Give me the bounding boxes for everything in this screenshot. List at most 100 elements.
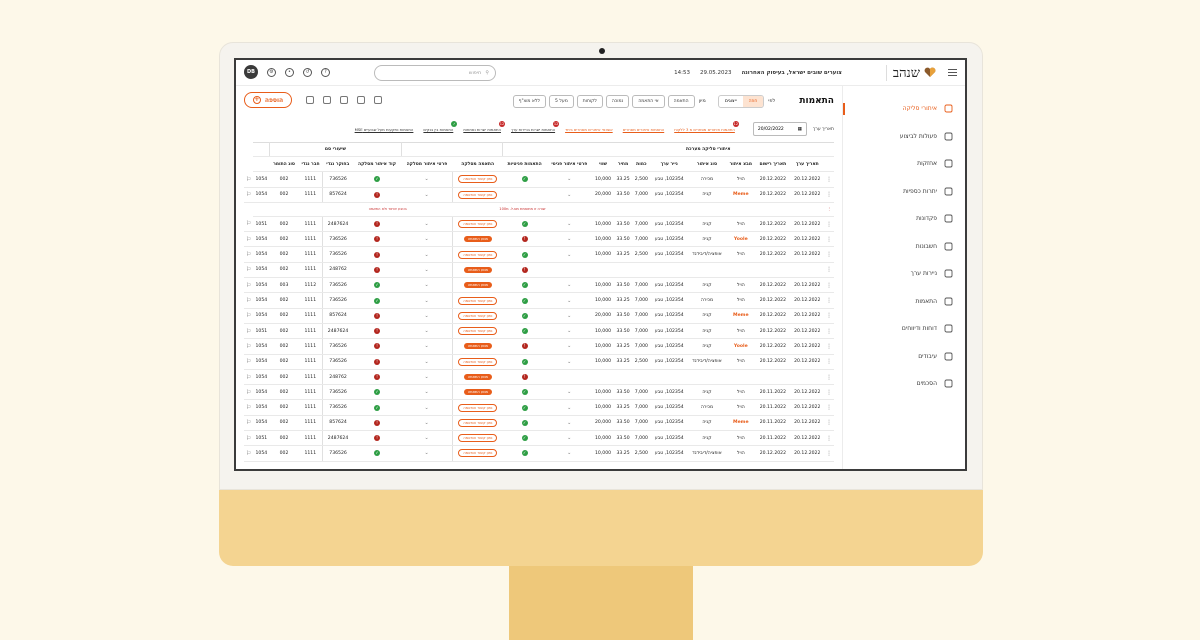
table-row[interactable]: ⋮ 20.12.2022 20.12.2022 Yoole קניה 102354, טב… — [244, 338, 834, 355]
chevron-down-icon[interactable]: ⌄ — [546, 277, 593, 294]
col-header-2[interactable]: מבצ איתור — [726, 156, 756, 173]
chip-no-product[interactable]: ללא מוצ"ף — [512, 94, 547, 108]
chevron-down-icon[interactable]: ⌄ — [401, 338, 453, 355]
row-menu-icon[interactable]: ⋮ — [824, 292, 834, 309]
row-menu-icon[interactable]: ⋮ — [824, 277, 834, 294]
table-row[interactable]: ⋮ 20.12.2022 20.12.2022 Yoole קניה 102354, טב… — [244, 231, 834, 248]
row-menu-icon[interactable]: ⋮ — [824, 369, 834, 386]
flag-icon[interactable]: ⚐ — [244, 277, 254, 294]
cell-match-tag[interactable]: נתון קשור והתאמה — [452, 308, 503, 324]
cell-match-tag[interactable]: נתון קשור והתאמה — [452, 430, 503, 447]
row-menu-icon[interactable]: ⋮ — [824, 323, 834, 340]
col-header-10[interactable]: התאמה מסלקה — [452, 156, 503, 173]
table-row[interactable]: ⋮ 20.12.2022 20.12.2022 הויל מכירה 102354, טב… — [244, 292, 834, 309]
chip-clients[interactable]: לקוחות — [576, 94, 603, 108]
row-menu-icon[interactable]: ⋮ — [824, 384, 834, 401]
row-menu-icon[interactable]: ⋮ — [824, 246, 834, 263]
match-tag[interactable]: נתון קשור והתאמה — [458, 449, 498, 458]
quick-filter-2[interactable]: אשכנזי איתורים מסחרים ביחד — [565, 127, 613, 132]
col-header-6[interactable]: מחיר — [613, 156, 633, 173]
match-tag[interactable]: נתון קשור והתאמה — [458, 357, 498, 366]
match-tag[interactable]: נתון קשור והתאמה — [458, 418, 498, 427]
flag-icon[interactable]: ⚐ — [244, 384, 254, 401]
chevron-down-icon[interactable]: ⌄ — [401, 399, 453, 416]
match-tag[interactable]: נתון קשור והתאמה — [458, 296, 498, 305]
table-row[interactable]: ⋮ 20.12.2022 20.12.2022 הויל קניה 102354, טבע… — [244, 216, 834, 233]
row-menu-icon[interactable]: ⋮ — [824, 354, 834, 370]
table-row[interactable]: ⋮ 20.12.2022 20.11.2022 הויל מכירה 102354, טב… — [244, 399, 834, 416]
flag-icon[interactable]: ⚐ — [244, 415, 254, 432]
quick-filter-0[interactable]: התאמות איתורים מסחרים מ 3 ללקוח 12 — [674, 120, 739, 132]
match-tag[interactable]: מנוע התאמה — [463, 343, 492, 350]
match-tag[interactable]: נתון קשור והתאמה — [458, 434, 498, 443]
chevron-down-icon[interactable]: ⌄ — [546, 308, 593, 324]
lock-icon[interactable] — [374, 96, 382, 104]
row-menu-icon[interactable]: ⋮ — [824, 231, 834, 248]
chevron-down-icon[interactable]: ⌄ — [401, 231, 453, 248]
row-menu-icon[interactable]: ⋮ — [824, 187, 834, 203]
col-header-0[interactable]: תאריך ערך — [790, 156, 825, 173]
quick-filter-6[interactable]: התאמות נתקעות מעל שבועיים MSE — [355, 127, 414, 132]
flag-icon[interactable]: ⚐ — [244, 399, 254, 416]
col-header-5[interactable]: כמות — [632, 156, 651, 173]
chevron-down-icon[interactable]: ⌄ — [401, 369, 453, 386]
chevron-down-icon[interactable]: ⌄ — [546, 384, 593, 401]
cell-match-tag[interactable]: נתון קשור והתאמה — [452, 216, 503, 233]
match-tag[interactable]: נתון קשור והתאמה — [458, 403, 498, 412]
chevron-down-icon[interactable]: ⌄ — [546, 187, 593, 203]
sidebar-item-7[interactable]: התאמות — [843, 288, 965, 316]
refresh-icon[interactable] — [340, 96, 348, 104]
chevron-down-icon[interactable]: ⌄ — [546, 323, 593, 340]
table-row[interactable]: ⋮ 20.12.2022 20.12.2022 הויל אופציה/דיבידנד 1… — [244, 445, 834, 462]
chevron-down-icon[interactable]: ⌄ — [401, 430, 453, 447]
table-row[interactable]: ⋮! מנוע התאמה ⌄! 248762 1111 002 1054 ⚐ — [244, 369, 834, 386]
cell-match-tag[interactable]: נתון קשור והתאמה — [452, 415, 503, 432]
sidebar-item-3[interactable]: יתרות כספיות — [843, 178, 965, 206]
quick-filter-1[interactable]: התאמות איתורים מסחרים — [623, 127, 665, 132]
col-header-12[interactable]: קוד איתור מסלקה — [352, 156, 402, 173]
quick-filter-5[interactable]: התאמות בין בנקים ✓ — [423, 120, 458, 132]
match-tag[interactable]: מנוע התאמה — [463, 266, 492, 273]
table-row[interactable]: ⋮ 20.12.2022 20.12.2022 Meme קניה 102354, טבע… — [244, 187, 834, 203]
sidebar-item-0[interactable]: איתורי סליקה — [843, 95, 965, 123]
row-menu-icon[interactable]: ⋮ — [824, 338, 834, 355]
flag-icon[interactable]: ⚐ — [244, 292, 254, 309]
row-menu-icon[interactable]: ⋮ — [824, 445, 834, 462]
hamburger-menu-icon[interactable] — [948, 69, 957, 76]
search-box[interactable]: ⚲ חיפוש — [374, 65, 496, 81]
filter-icon[interactable] — [357, 96, 365, 104]
add-button[interactable]: הוספה + — [244, 92, 292, 108]
sidebar-item-5[interactable]: חשבונות — [843, 233, 965, 261]
chevron-down-icon[interactable]: ⌄ — [401, 216, 453, 233]
table-row[interactable]: ⋮ 20.12.2022 20.11.2022 Meme קניה 102354, טבע… — [244, 415, 834, 432]
flag-icon[interactable]: ⚐ — [244, 369, 254, 386]
print-icon[interactable] — [306, 96, 314, 104]
match-tag[interactable]: מנוע התאמה — [463, 236, 492, 243]
cell-flag[interactable] — [253, 202, 270, 217]
chevron-down-icon[interactable]: ⌄ — [546, 354, 593, 370]
columns-icon[interactable] — [323, 96, 331, 104]
match-tag[interactable]: מנוע התאמה — [463, 282, 492, 289]
cell-match-tag[interactable]: מנוע התאמה — [452, 262, 503, 279]
chevron-down-icon[interactable]: ⌄ — [401, 171, 453, 188]
cell-match-tag[interactable]: נתון קשור והתאמה — [452, 445, 503, 462]
flag-icon[interactable]: ⚐ — [244, 445, 254, 462]
chevron-down-icon[interactable]: ⌄ — [401, 323, 453, 340]
match-tag[interactable]: מנוע התאמה — [463, 389, 492, 396]
quick-filter-3[interactable]: התאמות ישרות בניירות ערך 12 — [511, 120, 560, 132]
sidebar-item-4[interactable]: פקדונות — [843, 205, 965, 233]
seg-option-reps[interactable]: ייצוגים — [719, 96, 743, 107]
chip-match[interactable]: התאמה — [667, 94, 695, 108]
table-row[interactable]: ⋮! מנוע התאמה ⌄! 248762 1111 002 1054 ⚐ — [244, 262, 834, 279]
cell-match-tag[interactable]: מנוע התאמה — [452, 369, 503, 386]
match-tag[interactable]: נתון קשור והתאמה — [458, 250, 498, 259]
col-header-4[interactable]: נייר ערך — [650, 156, 688, 173]
row-menu-icon[interactable]: ⋮ — [824, 415, 834, 432]
row-menu-icon[interactable]: ⋮ — [824, 399, 834, 416]
quick-filter-4[interactable]: התאמות ישרות נפתחות 12 — [463, 120, 505, 132]
col-header-15[interactable]: סוג התומר — [269, 156, 299, 173]
help-icon[interactable]: ? — [321, 67, 330, 77]
table-row[interactable]: ⋮ 20.12.2022 20.12.2022 הויל קניה 102354, טבע… — [244, 277, 834, 294]
cell-match-tag[interactable]: מנוע התאמה — [452, 277, 503, 294]
flag-icon[interactable]: ⚐ — [244, 430, 254, 447]
